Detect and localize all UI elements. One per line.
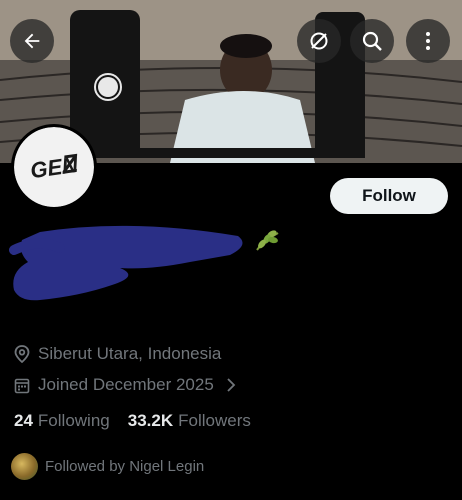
following-link[interactable]: 24 Following bbox=[14, 411, 110, 431]
calendar-icon bbox=[14, 378, 30, 393]
follow-stats: 24 Following 33.2K Followers bbox=[14, 411, 251, 431]
chevron-right-icon bbox=[227, 378, 236, 392]
leaf-icon bbox=[256, 230, 279, 251]
notifications-off-button[interactable] bbox=[297, 19, 341, 63]
following-label: Following bbox=[37, 411, 110, 430]
joined-text: Joined December 2025 bbox=[38, 375, 214, 394]
follow-button[interactable]: Follow bbox=[330, 178, 448, 214]
followed-by-row[interactable]: Followed by Nigel Legin bbox=[11, 453, 204, 480]
joined-row[interactable]: Joined December 2025 bbox=[14, 375, 244, 395]
location-row: Siberut Utara, Indonesia bbox=[14, 344, 221, 364]
follower-avatar bbox=[11, 453, 38, 480]
location-pin-icon bbox=[14, 345, 30, 363]
followed-by-text: Followed by Nigel Legin bbox=[45, 458, 205, 475]
following-count: 24 bbox=[14, 411, 33, 430]
search-icon bbox=[362, 31, 382, 51]
more-button[interactable] bbox=[406, 19, 450, 63]
followers-count: 33.2K bbox=[127, 411, 174, 430]
redaction-scribble bbox=[9, 225, 243, 301]
more-vertical-icon bbox=[426, 32, 430, 50]
followers-link[interactable]: 33.2K Followers bbox=[128, 411, 251, 431]
location-text: Siberut Utara, Indonesia bbox=[38, 344, 222, 363]
followers-label: Followers bbox=[178, 411, 251, 430]
search-button[interactable] bbox=[350, 19, 394, 63]
no-sync-icon bbox=[310, 32, 328, 50]
